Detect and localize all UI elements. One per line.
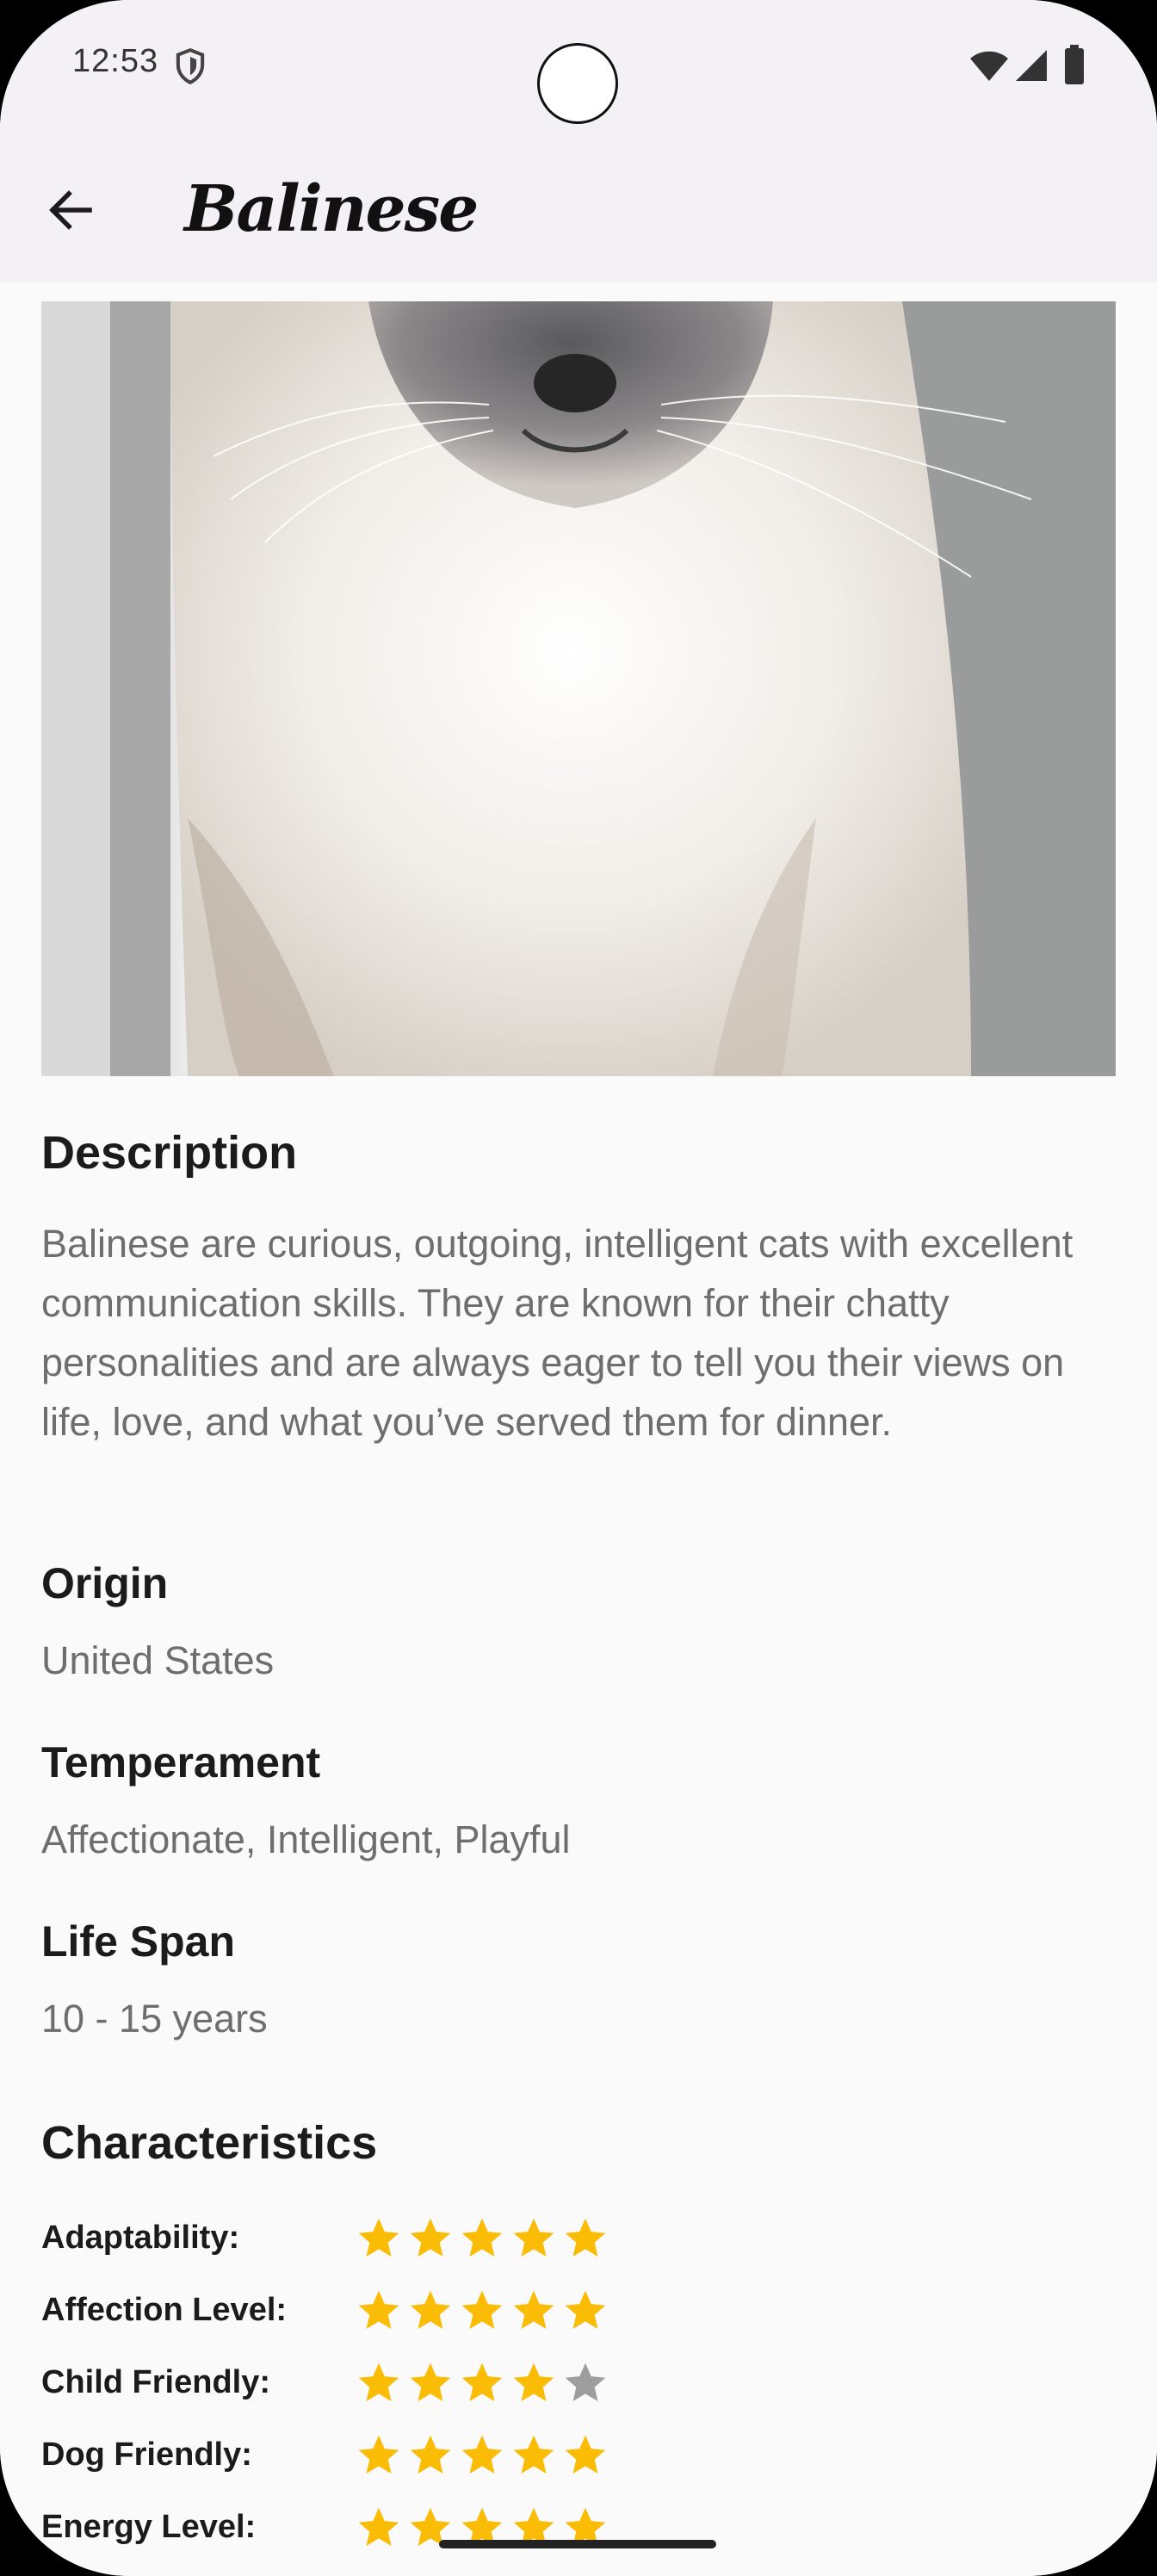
status-time: 12:53 [72, 43, 159, 79]
star-rating [355, 2431, 613, 2483]
battery-icon [1064, 45, 1085, 84]
star-filled-icon [458, 2287, 508, 2337]
origin-heading: Origin [41, 1559, 169, 1607]
characteristic-label: Affection Level: [41, 2292, 288, 2328]
star-filled-icon [561, 2214, 611, 2264]
characteristic-label: Dog Friendly: [41, 2437, 252, 2473]
front-camera [537, 43, 618, 124]
shield-icon [174, 47, 207, 85]
characteristics-heading: Characteristics [41, 2117, 378, 2169]
star-empty-icon [561, 2359, 611, 2409]
star-filled-icon [355, 2287, 405, 2337]
star-rating [355, 2287, 613, 2338]
star-rating [355, 2214, 613, 2266]
star-rating [355, 2359, 613, 2411]
star-filled-icon [561, 2431, 611, 2481]
characteristic-row: Adaptability: [41, 2214, 730, 2266]
arrow-left-icon[interactable] [43, 183, 98, 238]
star-filled-icon [355, 2431, 405, 2481]
star-filled-icon [406, 2214, 456, 2264]
star-filled-icon [355, 2359, 405, 2409]
origin-value: United States [41, 1638, 275, 1682]
characteristic-label: Adaptability: [41, 2220, 240, 2256]
description-heading: Description [41, 1127, 298, 1179]
star-filled-icon [510, 2287, 560, 2337]
star-filled-icon [355, 2214, 405, 2264]
life-span-heading: Life Span [41, 1917, 236, 1966]
star-filled-icon [355, 2504, 405, 2554]
characteristic-row: Affection Level: [41, 2287, 730, 2338]
star-filled-icon [458, 2359, 508, 2409]
cat-photo [41, 301, 1116, 1076]
life-span-value: 10 - 15 years [41, 1997, 268, 2040]
star-filled-icon [458, 2431, 508, 2481]
page-title: Balinese [184, 172, 479, 246]
star-filled-icon [510, 2359, 560, 2409]
characteristic-label: Energy Level: [41, 2509, 257, 2545]
description-text: Balinese are curious, outgoing, intellig… [41, 1222, 1073, 1444]
characteristic-row: Child Friendly: [41, 2359, 730, 2411]
temperament-heading: Temperament [41, 1738, 321, 1786]
phone-screen: 12:53 Balinese Description Balinese are … [0, 0, 1157, 2576]
characteristic-row: Dog Friendly: [41, 2431, 730, 2483]
star-filled-icon [406, 2359, 456, 2409]
characteristic-label: Child Friendly: [41, 2364, 270, 2400]
star-filled-icon [406, 2287, 456, 2337]
star-filled-icon [458, 2214, 508, 2264]
star-filled-icon [561, 2287, 611, 2337]
star-filled-icon [510, 2431, 560, 2481]
signal-icon [1014, 48, 1049, 83]
wifi-icon [969, 50, 1009, 83]
temperament-value: Affectionate, Intelligent, Playful [41, 1817, 571, 1861]
status-bar: 12:53 [0, 0, 1157, 138]
star-filled-icon [406, 2431, 456, 2481]
home-indicator[interactable] [439, 2540, 716, 2548]
star-filled-icon [510, 2214, 560, 2264]
app-bar: Balinese [0, 138, 1157, 282]
breed-detail-content: Description Balinese are curious, outgoi… [0, 282, 1157, 2576]
